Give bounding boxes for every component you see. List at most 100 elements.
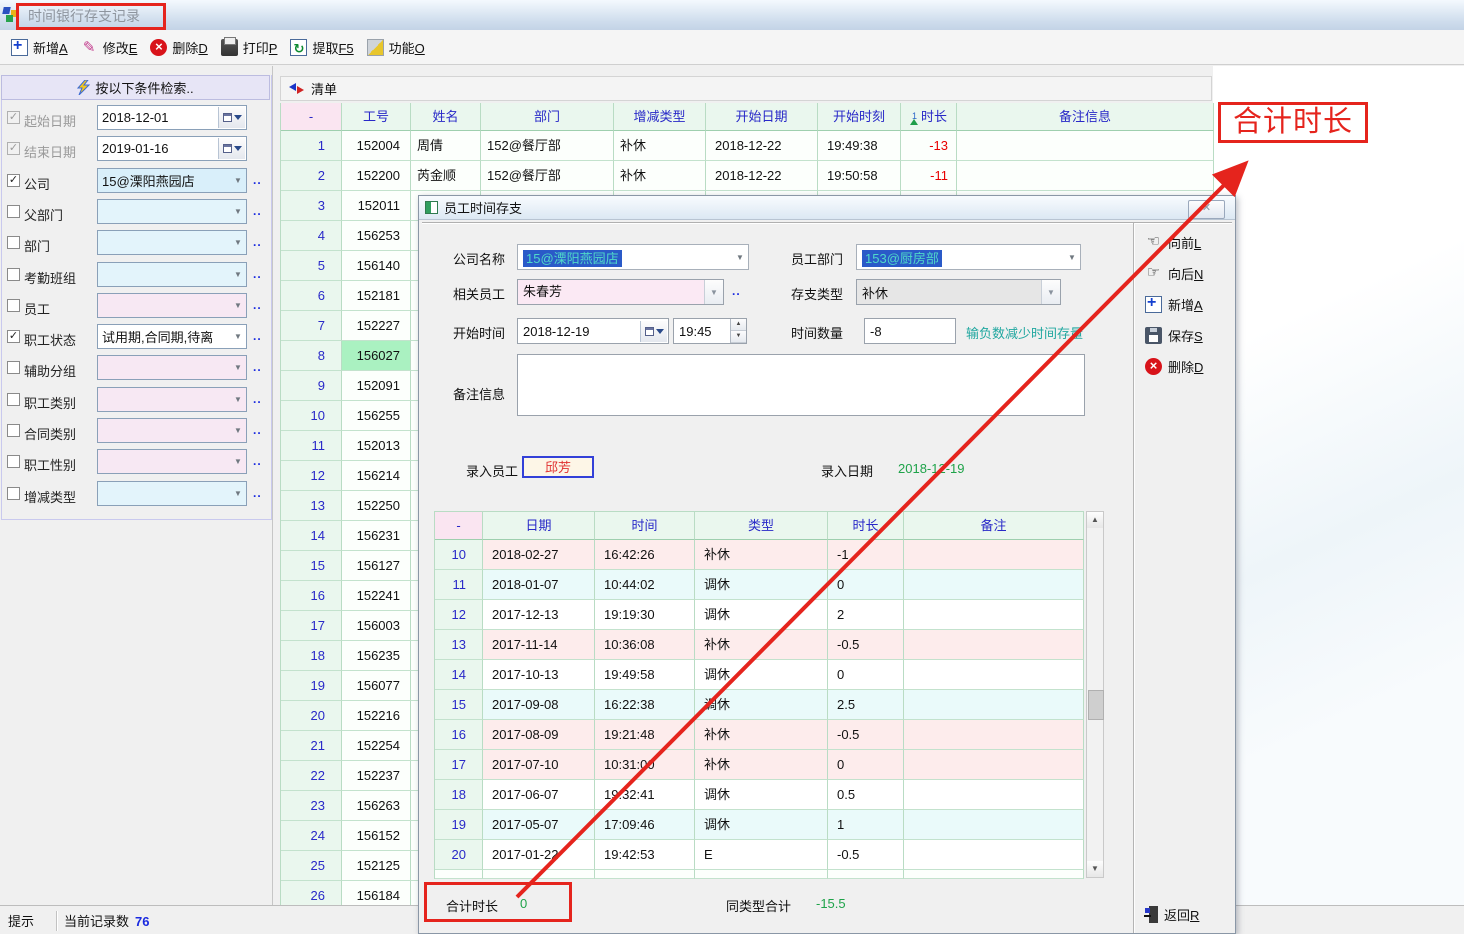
toolbar-delete-button[interactable]: 删除D [145, 35, 215, 60]
history-row[interactable]: 192017-05-0717:09:46调休1 [435, 810, 1084, 840]
column-header-开始时刻[interactable]: 开始时刻 [818, 103, 901, 131]
dialog-next-button[interactable]: ☞向后N [1143, 263, 1205, 284]
browse-button[interactable]: .. [253, 298, 262, 312]
history-row[interactable]: 132017-11-1410:36:08补休-0.5 [435, 630, 1084, 660]
dialog-prev-button[interactable]: ☜向前L [1143, 232, 1203, 253]
checkbox[interactable] [7, 424, 20, 437]
history-scrollbar[interactable]: ▲ ▼ [1086, 511, 1104, 878]
dialog-add-button[interactable]: 新增A [1143, 294, 1205, 315]
dialog-title-bar[interactable]: 员工时间存支 [419, 196, 1235, 220]
table-row[interactable]: 2152200芮金顺152@餐厅部补休2018-12-2219:50:58-11 [281, 161, 1214, 191]
checkbox[interactable] [7, 455, 20, 468]
chevron-down-icon[interactable]: ▼ [230, 176, 246, 185]
browse-button[interactable]: .. [253, 360, 262, 374]
history-row[interactable]: 122017-12-1319:19:30调休2 [435, 600, 1084, 630]
note-textarea[interactable] [517, 354, 1085, 416]
toolbar-extract-button[interactable]: 提取F5 [285, 35, 361, 60]
history-column-时间[interactable]: 时间 [595, 512, 695, 540]
chevron-down-icon[interactable]: ▼ [230, 270, 246, 279]
checkbox[interactable] [7, 205, 20, 218]
checkbox[interactable] [7, 361, 20, 374]
checkbox[interactable] [7, 487, 20, 500]
browse-button[interactable]: .. [253, 235, 262, 249]
filter-combo[interactable]: ▼ [97, 262, 247, 287]
column-header--[interactable]: - [281, 103, 342, 131]
checkbox[interactable]: ✓ [7, 330, 20, 343]
filter-combo[interactable]: ▼ [97, 481, 247, 506]
column-header-备注信息[interactable]: 备注信息 [957, 103, 1214, 131]
history-row[interactable]: 142017-10-1319:49:58调休0 [435, 660, 1084, 690]
filter-combo[interactable]: ▼ [97, 199, 247, 224]
checkbox[interactable] [7, 299, 20, 312]
dialog-return-button[interactable]: 返回R [1143, 904, 1201, 925]
filter-combo[interactable]: ▼ [97, 449, 247, 474]
start-date-field[interactable]: 2018-12-19 [517, 318, 669, 344]
dialog-save-button[interactable]: 保存S [1143, 325, 1205, 346]
scrollbar-thumb[interactable] [1088, 690, 1104, 720]
amount-input[interactable]: -8 [864, 318, 956, 344]
chevron-down-icon[interactable]: ▼ [230, 457, 246, 466]
column-header-姓名[interactable]: 姓名 [411, 103, 481, 131]
history-column--[interactable]: - [435, 512, 483, 540]
column-header-工号[interactable]: 工号 [342, 103, 411, 131]
start-clock-field[interactable]: 19:45 ▲▼ [673, 318, 747, 344]
calendar-icon[interactable] [640, 321, 667, 342]
browse-button[interactable]: .. [253, 329, 262, 343]
checkbox[interactable] [7, 236, 20, 249]
company-combo[interactable]: 15@溧阳燕园店 ▼ [517, 244, 749, 270]
browse-button[interactable]: .. [253, 423, 262, 437]
history-row[interactable]: 112018-01-0710:44:02调休0 [435, 570, 1084, 600]
browse-button[interactable]: .. [253, 204, 262, 218]
chevron-down-icon[interactable]: ▼ [732, 253, 748, 262]
history-column-类型[interactable]: 类型 [695, 512, 828, 540]
employee-combo[interactable]: 朱春芳 ▼ [517, 279, 724, 305]
date-input[interactable]: 2019-01-16 [97, 136, 247, 161]
column-header-时长[interactable]: 1时长 [901, 103, 957, 131]
employee-browse-button[interactable]: .. [732, 284, 741, 298]
column-header-增减类型[interactable]: 增减类型 [614, 103, 706, 131]
checkbox[interactable] [7, 393, 20, 406]
history-row[interactable]: 202017-01-2219:42:53E-0.5 [435, 840, 1084, 870]
chevron-down-icon[interactable]: ▼ [704, 280, 723, 304]
toolbar-print-button[interactable]: 打印P [216, 35, 286, 60]
chevron-down-icon[interactable]: ▼ [230, 301, 246, 310]
history-column-备注[interactable]: 备注 [904, 512, 1084, 540]
filter-combo[interactable]: ▼ [97, 230, 247, 255]
chevron-down-icon[interactable]: ▼ [1041, 280, 1060, 304]
browse-button[interactable]: .. [253, 267, 262, 281]
filter-combo[interactable]: 试用期,合同期,待离▼ [97, 324, 247, 349]
history-table[interactable]: -日期时间类型时长备注102018-02-2716:42:26补休-111201… [434, 511, 1084, 879]
time-spinner[interactable]: ▲▼ [730, 319, 746, 343]
history-row[interactable]: 162017-08-0919:21:48补休-0.5 [435, 720, 1084, 750]
column-header-部门[interactable]: 部门 [481, 103, 614, 131]
toolbar-edit-button[interactable]: 修改E [76, 35, 146, 60]
filter-combo[interactable]: ▼ [97, 355, 247, 380]
checkbox[interactable] [7, 268, 20, 281]
scroll-up-icon[interactable]: ▲ [1087, 512, 1103, 528]
history-row[interactable]: 182017-06-0719:32:41调休0.5 [435, 780, 1084, 810]
chevron-down-icon[interactable]: ▼ [1064, 253, 1080, 262]
table-row[interactable]: 1152004周倩152@餐厅部补休2018-12-2219:49:38-13 [281, 131, 1214, 161]
dialog-delete-button[interactable]: 删除D [1143, 356, 1205, 377]
chevron-down-icon[interactable]: ▼ [230, 363, 246, 372]
dialog-close-button[interactable]: ✕ [1188, 200, 1225, 219]
history-row[interactable]: 172017-07-1010:31:00补休0 [435, 750, 1084, 780]
chevron-down-icon[interactable]: ▼ [230, 489, 246, 498]
calendar-icon[interactable] [218, 138, 245, 159]
browse-button[interactable]: .. [253, 392, 262, 406]
browse-button[interactable]: .. [253, 173, 262, 187]
checkbox[interactable]: ✓ [7, 174, 20, 187]
chevron-down-icon[interactable]: ▼ [230, 238, 246, 247]
date-input[interactable]: 2018-12-01 [97, 105, 247, 130]
history-column-日期[interactable]: 日期 [483, 512, 595, 540]
chevron-down-icon[interactable]: ▼ [230, 395, 246, 404]
filter-combo[interactable]: ▼ [97, 387, 247, 412]
checkbox[interactable]: ✓ [7, 111, 20, 124]
chevron-down-icon[interactable]: ▼ [230, 332, 246, 341]
chevron-down-icon[interactable]: ▼ [230, 426, 246, 435]
toolbar-function-button[interactable]: 功能O [362, 35, 433, 60]
history-row[interactable]: 102018-02-2716:42:26补休-1 [435, 540, 1084, 570]
chevron-down-icon[interactable]: ▼ [230, 207, 246, 216]
column-header-开始日期[interactable]: 开始日期 [706, 103, 818, 131]
calendar-icon[interactable] [218, 107, 245, 128]
